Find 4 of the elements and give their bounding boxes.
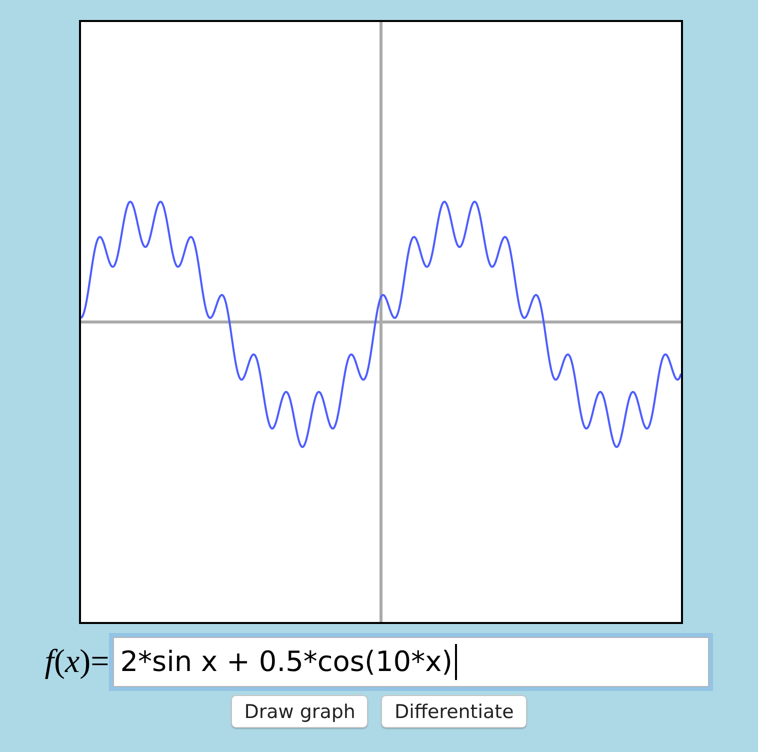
draw-graph-button[interactable]: Draw graph: [231, 695, 368, 728]
differentiate-button[interactable]: Differentiate: [381, 695, 527, 728]
function-label: f(x)=: [44, 644, 110, 680]
text-cursor-icon: [454, 644, 457, 680]
